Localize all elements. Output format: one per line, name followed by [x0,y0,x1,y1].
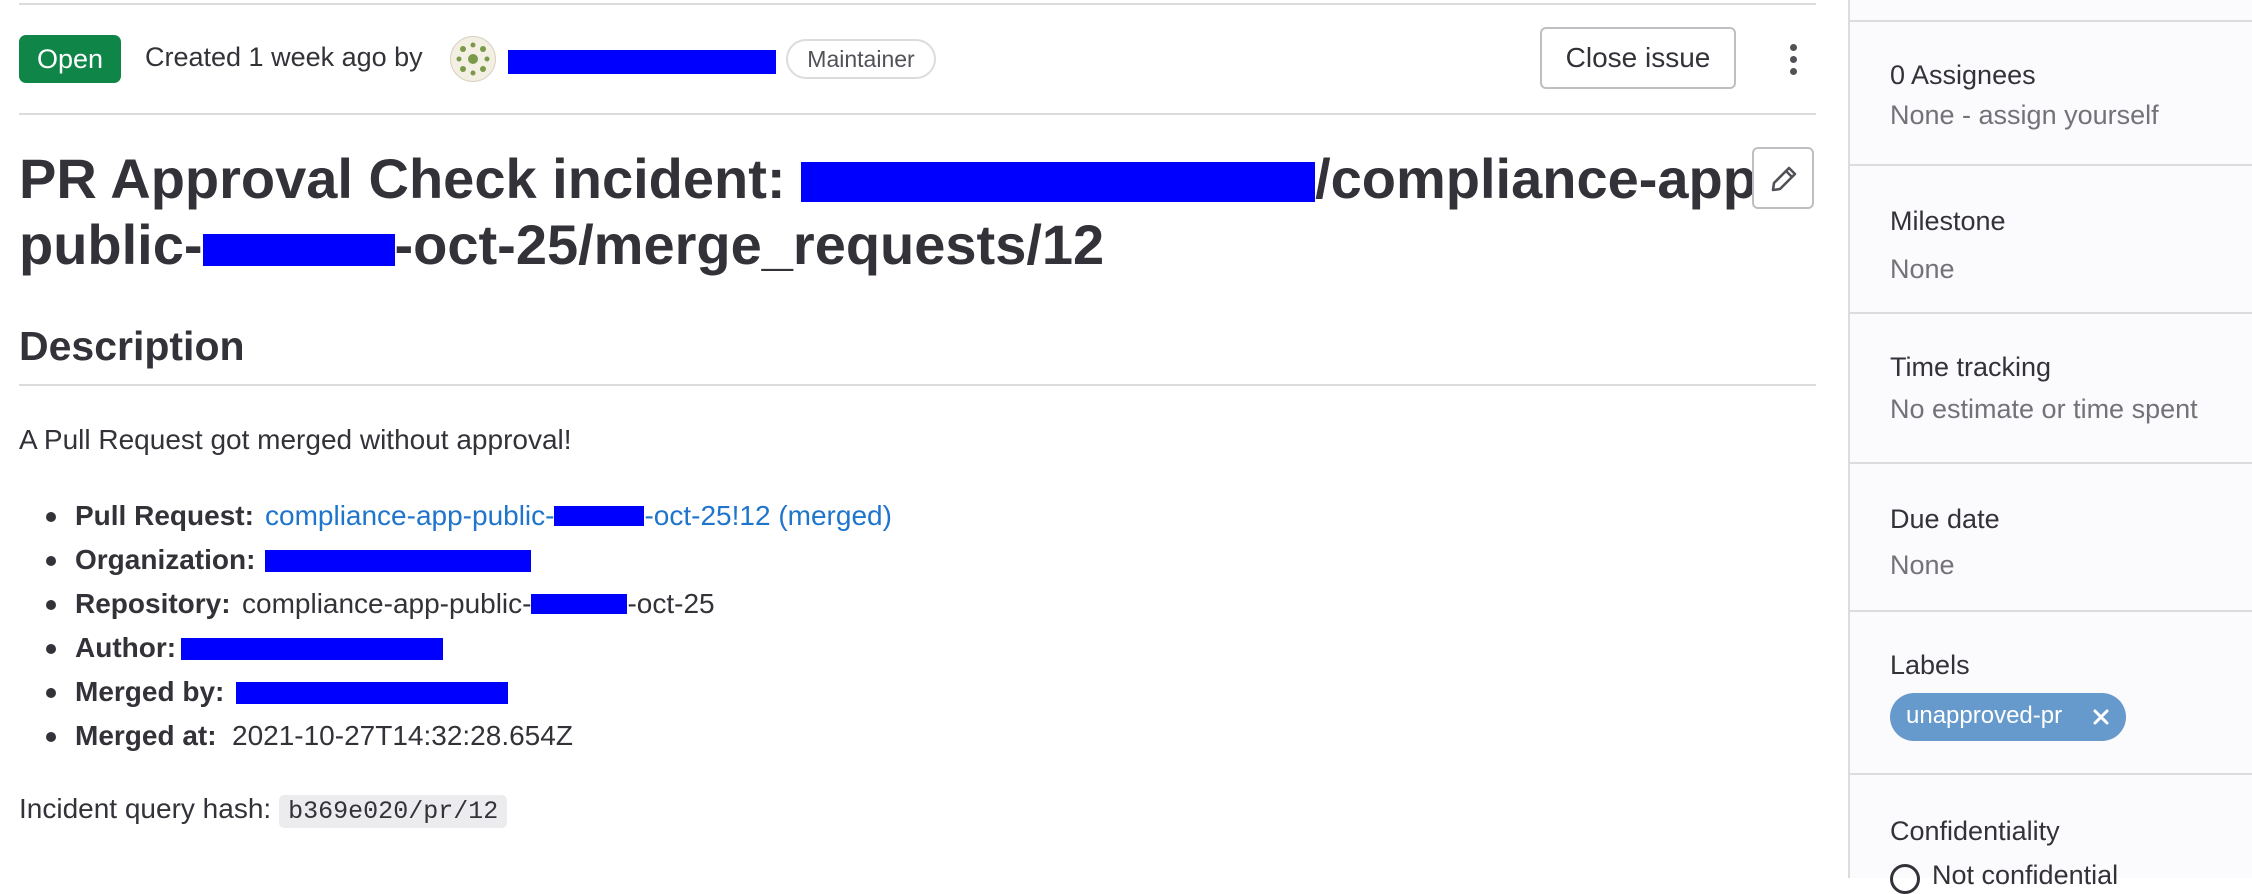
bullet [46,556,56,566]
divider [19,113,1816,115]
redacted-pr-owner [554,506,645,526]
milestone-section[interactable]: Milestone None [1890,204,2250,286]
item-label: Organization: [75,544,256,575]
merged-at-value: 2021-10-27T14:32:28.654Z [232,720,573,751]
assignees-section[interactable]: 0 Assignees None - assign yourself [1890,58,2250,132]
due-date-title: Due date [1890,504,2000,534]
divider [1850,462,2252,464]
milestone-title: Milestone [1890,206,2006,236]
time-tracking-section[interactable]: Time tracking No estimate or time spent [1890,350,2250,426]
confidentiality-value: Not confidential [1932,860,2119,890]
bullet [46,600,56,610]
redacted-organization[interactable] [265,550,531,572]
hash-label: Incident query hash: [19,793,272,824]
divider [1850,164,2252,166]
due-date-value: None [1890,550,1955,580]
pull-request-link[interactable]: compliance-app-public- -oct-25!12 (merged… [265,500,892,532]
title-suffix: /compliance-app- [1315,147,1776,210]
redacted-repo-owner [531,594,628,614]
time-tracking-value: No estimate or time spent [1890,394,2198,424]
label-text: unapproved-pr [1906,702,2063,729]
created-by-text: Created 1 week ago by [145,42,423,72]
divider [1850,773,2252,775]
divider [1850,312,2252,314]
repo-suffix: -oct-25 [627,588,715,619]
item-label: Author: [75,632,177,663]
description-heading: Description [19,323,245,369]
confidentiality-title: Confidentiality [1890,816,2060,846]
divider [1850,610,2252,612]
labels-title: Labels [1890,650,1970,680]
title-prefix: PR Approval Check incident: [19,147,802,210]
assignees-title: 0 Assignees [1890,60,2036,90]
issue-main-panel: Open Created 1 week ago by Maintainer Cl… [0,0,1848,878]
repository-value: compliance-app-public- -oct-25 [242,588,715,620]
bullet [46,732,56,742]
avatar-identicon-icon [456,42,490,76]
title-line2-prefix: public- [19,213,203,276]
link-prefix: compliance-app-public- [265,500,555,531]
bullet [46,688,56,698]
item-label: Repository: [75,588,231,619]
edit-title-button[interactable] [1752,147,1814,209]
redacted-title-org [801,162,1316,202]
milestone-value: None [1890,254,1955,284]
redacted-merged-by[interactable] [236,682,508,704]
hash-code: b369e020/pr/12 [279,795,508,828]
pencil-icon [1771,166,1797,192]
label-pill-unapproved-pr[interactable]: unapproved-pr [1890,693,2126,741]
redacted-author[interactable] [181,638,443,660]
issue-sidebar: 0 Assignees None - assign yourself Miles… [1848,0,2252,894]
due-date-section[interactable]: Due date None [1890,502,2250,582]
item-label: Merged at: [75,720,217,751]
incident-hash-line: Incident query hash: b369e020/pr/12 [19,793,508,828]
bullet [46,644,56,654]
issue-header: Open Created 1 week ago by Maintainer Cl… [19,27,1816,89]
bullet [46,512,56,522]
avatar[interactable] [450,36,496,82]
time-tracking-title: Time tracking [1890,352,2052,382]
confidentiality-section[interactable]: Confidentiality [1890,814,2250,848]
status-badge: Open [19,35,121,83]
eye-slash-icon [1890,864,1920,894]
kebab-menu-icon[interactable] [1779,38,1809,80]
redacted-title-repo [202,234,395,266]
divider [19,3,1816,5]
close-x-icon[interactable] [2090,706,2112,728]
redacted-author-name[interactable] [508,50,776,74]
role-badge: Maintainer [786,39,936,79]
divider [1850,20,2252,22]
item-label: Merged by: [75,676,225,707]
repo-prefix: compliance-app-public- [242,588,532,619]
assign-yourself-link[interactable]: None - assign yourself [1890,98,2250,132]
labels-section[interactable]: Labels [1890,648,2250,682]
close-issue-button[interactable]: Close issue [1540,27,1736,89]
link-suffix: -oct-25!12 (merged) [644,500,892,531]
title-line2-suffix: -oct-25/merge_requests/12 [394,213,1105,276]
description-intro: A Pull Request got merged without approv… [19,424,572,455]
divider [19,384,1816,386]
item-label: Pull Request: [75,500,254,531]
